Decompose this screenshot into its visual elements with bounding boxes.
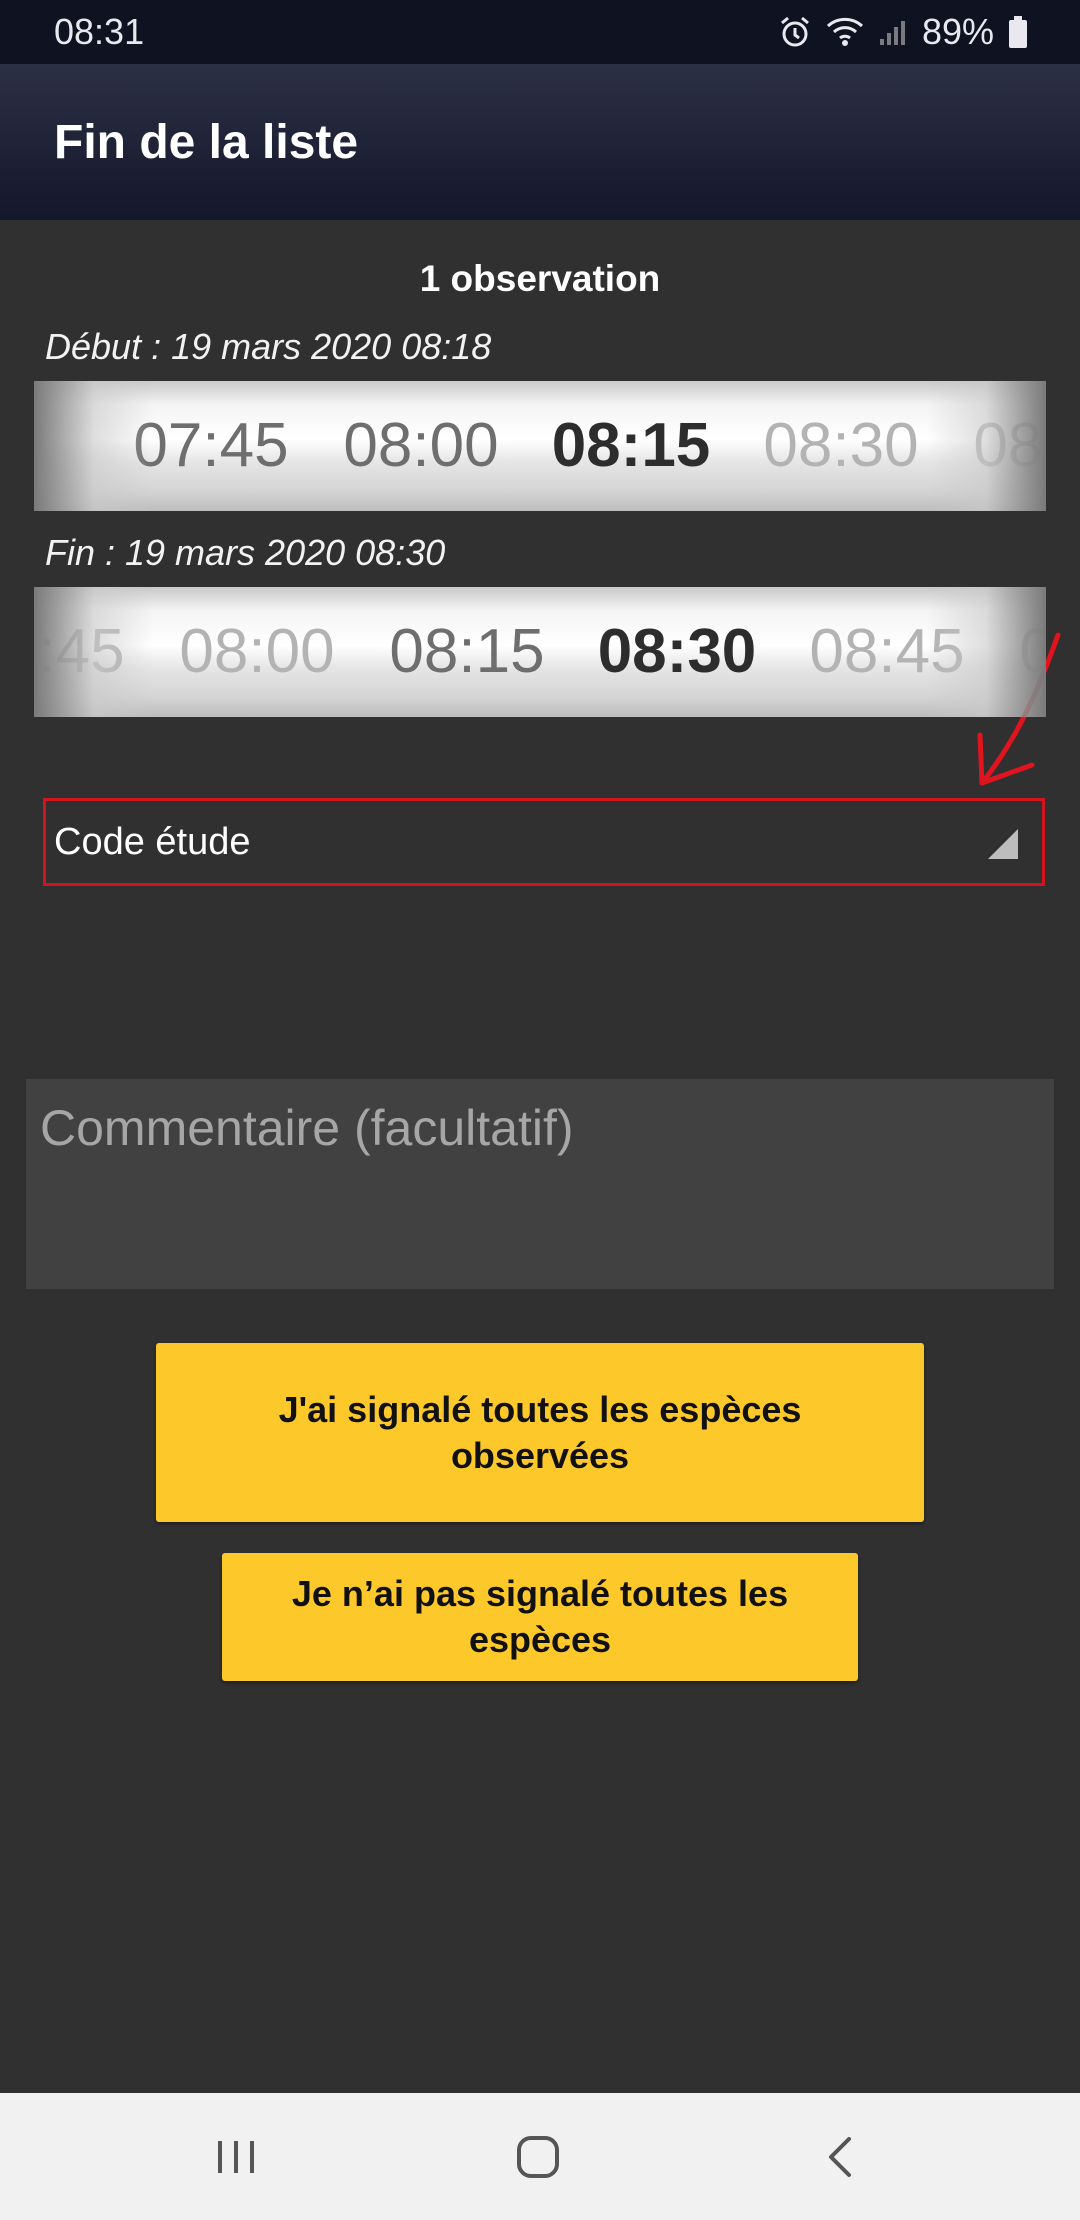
back-icon: [829, 2136, 851, 2177]
picker-item[interactable]: 08:15: [362, 587, 572, 717]
observation-count: 1 observation: [419, 258, 661, 299]
app-bar: Fin de la liste: [0, 64, 1080, 220]
signal-icon: [878, 17, 908, 47]
picker-item-selected[interactable]: 08:30: [572, 587, 782, 717]
start-time-picker[interactable]: 07:45 08:00 08:15 08:30 08:45: [34, 381, 1046, 511]
picker-item[interactable]: 08:00: [316, 381, 526, 511]
battery-percent: 89%: [921, 11, 994, 52]
alarm-icon: [778, 15, 812, 49]
recent-apps-icon: [218, 2140, 254, 2173]
annotation-arrow-icon: [977, 632, 1061, 786]
home-icon: [517, 2135, 559, 2178]
end-time-picker[interactable]: 07:45 08:00 08:15 08:30 08:45 09:00: [34, 587, 1046, 717]
end-time-label: Fin : 19 mars 2020 08:30: [45, 532, 446, 573]
study-code-label: Code étude: [54, 820, 251, 863]
page-title: Fin de la liste: [54, 115, 359, 169]
comment-input[interactable]: Commentaire (facultatif): [26, 1079, 1054, 1289]
home-button[interactable]: [478, 2093, 598, 2220]
status-icons: 89%: [778, 11, 1028, 53]
picker-item[interactable]: 08:00: [152, 587, 362, 717]
navigation-bar: [0, 2093, 1080, 2220]
picker-item-selected[interactable]: 08:15: [526, 381, 736, 511]
back-button[interactable]: [780, 2093, 900, 2220]
status-bar: 08:31 89%: [0, 0, 1080, 64]
study-code-dropdown[interactable]: Code étude: [43, 798, 1045, 886]
recent-apps-button[interactable]: [176, 2093, 296, 2220]
picker-item[interactable]: 08:30: [736, 381, 946, 511]
picker-item[interactable]: 07:45: [34, 587, 152, 717]
dropdown-arrow-icon: [988, 829, 1018, 859]
not-all-species-reported-button[interactable]: Je n’ai pas signalé toutes les espèces: [222, 1553, 858, 1681]
status-time: 08:31: [54, 11, 145, 52]
all-species-reported-button[interactable]: J'ai signalé toutes les espèces observée…: [156, 1343, 924, 1522]
wifi-icon: [826, 16, 864, 48]
start-time-label: Début : 19 mars 2020 08:18: [45, 326, 492, 367]
battery-icon: [1008, 15, 1028, 49]
picker-item[interactable]: 07:45: [106, 381, 316, 511]
picker-item[interactable]: 08:45: [946, 381, 1046, 511]
comment-placeholder: Commentaire (facultatif): [40, 1100, 574, 1156]
